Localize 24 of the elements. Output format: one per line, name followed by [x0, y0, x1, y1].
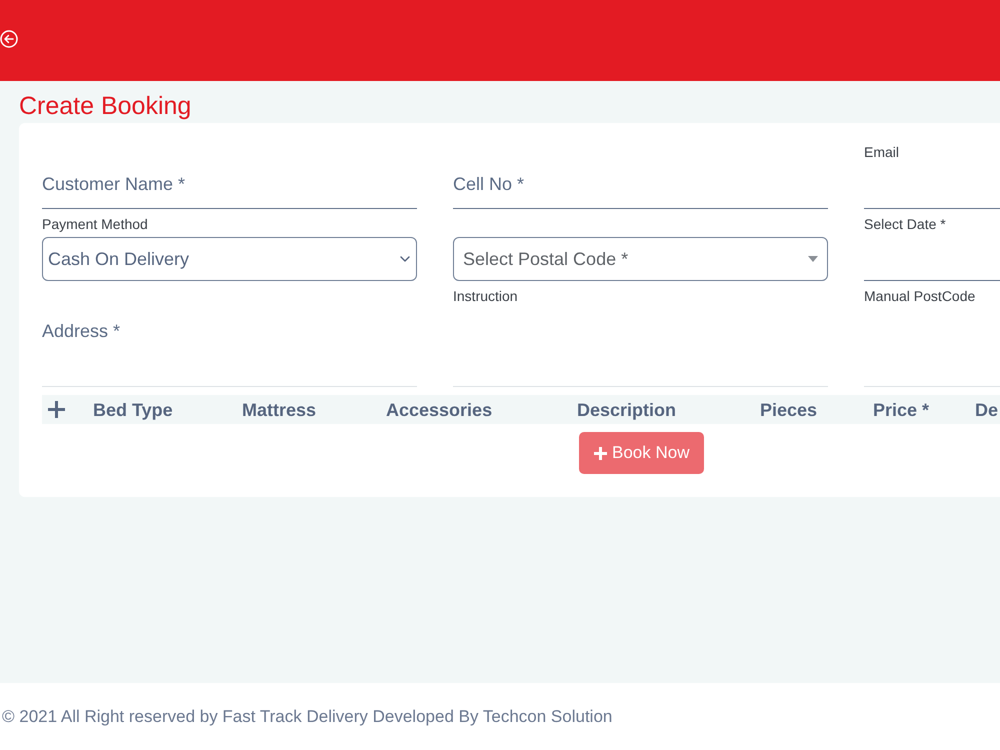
- copyright-text: © 2021 All Right reserved by Fast Track Delivery Developed By Techcon Solution: [2, 706, 612, 726]
- input-field[interactable]: Customer Name *: [42, 165, 417, 209]
- column-header: De: [975, 400, 998, 420]
- column-header: Accessories: [386, 400, 492, 420]
- field-label: Email: [864, 144, 900, 160]
- input-field[interactable]: Cell No *: [453, 165, 828, 209]
- field-label: Manual PostCode: [864, 288, 976, 304]
- text-area-field[interactable]: Address *: [42, 309, 417, 387]
- column-header: Description: [577, 400, 676, 420]
- chevron-down-icon: [400, 256, 410, 262]
- plus-icon: [594, 446, 607, 460]
- dropdown-field[interactable]: Select Postal Code *: [453, 237, 828, 281]
- field-label: Select Date *: [864, 216, 946, 232]
- column-header: Mattress: [242, 400, 316, 420]
- plus-icon[interactable]: [48, 401, 65, 418]
- select-field[interactable]: Cash On Delivery: [42, 237, 417, 281]
- field-label: Instruction: [453, 288, 518, 304]
- column-header: Bed Type: [93, 400, 173, 420]
- field-label: Payment Method: [42, 216, 148, 232]
- arrow-left-circle-icon[interactable]: [0, 30, 18, 48]
- caret-down-icon: [808, 256, 818, 262]
- page-title: Create Booking: [19, 91, 192, 121]
- column-header: Price *: [873, 400, 930, 420]
- column-header: Pieces: [760, 400, 818, 420]
